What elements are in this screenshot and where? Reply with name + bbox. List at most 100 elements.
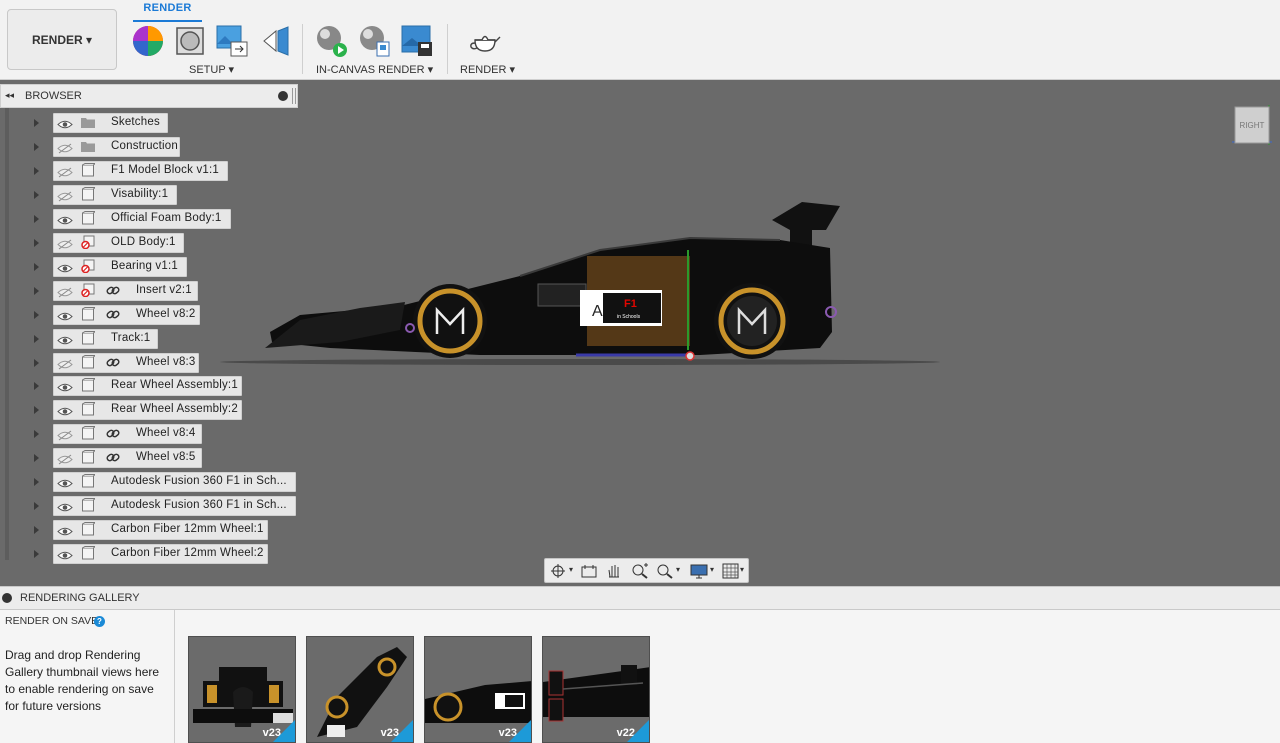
- visibility-hidden-icon[interactable]: [57, 237, 73, 250]
- browser-tree-item[interactable]: Wheel v8:5: [0, 447, 300, 469]
- appearance-icon[interactable]: [131, 24, 165, 58]
- expand-arrow-icon[interactable]: [34, 526, 39, 535]
- rear-wheel[interactable]: [714, 283, 790, 359]
- panel-resize-handle[interactable]: [292, 88, 296, 104]
- visibility-eye-icon[interactable]: [57, 380, 73, 392]
- gallery-thumbnail[interactable]: v23: [188, 636, 296, 743]
- expand-arrow-icon[interactable]: [34, 190, 39, 199]
- browser-tree-item[interactable]: Carbon Fiber 12mm Wheel:2: [0, 543, 300, 565]
- browser-tree-item[interactable]: Wheel v8:4: [0, 423, 300, 445]
- scene-settings-icon[interactable]: [173, 24, 207, 58]
- workspace-switcher[interactable]: RENDER ▾: [7, 9, 117, 70]
- visibility-hidden-icon[interactable]: [57, 141, 73, 154]
- expand-arrow-icon[interactable]: [34, 358, 39, 367]
- expand-arrow-icon[interactable]: [34, 478, 39, 487]
- navigation-bar: ▾ ▾ ▾ ▾: [544, 558, 749, 583]
- browser-tree-item[interactable]: Rear Wheel Assembly:2: [0, 399, 300, 421]
- capture-image-icon[interactable]: [400, 24, 434, 58]
- visibility-hidden-icon[interactable]: [57, 189, 73, 202]
- in-canvas-render-icon[interactable]: [314, 24, 348, 58]
- grid-settings-icon[interactable]: [722, 563, 740, 579]
- browser-tree-item[interactable]: Track:1: [0, 328, 300, 350]
- display-dropdown-icon[interactable]: ▾: [710, 565, 714, 574]
- tree-item-label: Insert v2:1: [136, 283, 192, 296]
- expand-arrow-icon[interactable]: [34, 119, 39, 127]
- expand-arrow-icon[interactable]: [34, 142, 39, 151]
- visibility-eye-icon[interactable]: [57, 548, 73, 560]
- browser-tree-item[interactable]: Wheel v8:3: [0, 352, 300, 374]
- viewcube[interactable]: RIGHT Z: [1227, 105, 1272, 147]
- setup-group-label[interactable]: SETUP ▾: [189, 63, 234, 76]
- expand-arrow-icon[interactable]: [34, 430, 39, 439]
- browser-tree-item[interactable]: Rear Wheel Assembly:1: [0, 375, 300, 397]
- visibility-eye-icon[interactable]: [57, 333, 73, 344]
- rendering-gallery-header[interactable]: RENDERING GALLERY: [0, 586, 1280, 610]
- visibility-eye-icon[interactable]: [57, 309, 73, 320]
- visibility-hidden-icon[interactable]: [57, 165, 73, 178]
- expand-arrow-icon[interactable]: [34, 334, 39, 343]
- collapse-gallery-icon[interactable]: [2, 593, 12, 603]
- browser-tree-item[interactable]: Visability:1: [0, 184, 300, 206]
- browser-panel-header[interactable]: ◂◂ BROWSER: [0, 84, 298, 108]
- look-at-icon[interactable]: [580, 563, 598, 579]
- browser-tree-item[interactable]: Autodesk Fusion 360 F1 in Sch...: [0, 495, 300, 517]
- collapse-panel-icon[interactable]: ◂◂: [5, 90, 14, 101]
- front-wheel[interactable]: [413, 284, 487, 358]
- expand-arrow-icon[interactable]: [34, 406, 39, 415]
- render-teapot-icon[interactable]: [468, 24, 502, 58]
- visibility-eye-icon[interactable]: [57, 404, 73, 416]
- visibility-hidden-icon[interactable]: [57, 357, 73, 369]
- decal-icon[interactable]: [259, 24, 293, 58]
- zoom-dropdown-icon[interactable]: ▾: [676, 565, 680, 574]
- visibility-eye-icon[interactable]: [57, 500, 73, 512]
- visibility-eye-icon[interactable]: [57, 213, 73, 225]
- zoom-icon[interactable]: [631, 563, 649, 579]
- visibility-eye-icon[interactable]: [57, 524, 73, 536]
- visibility-hidden-icon[interactable]: [57, 285, 73, 298]
- browser-tree-item[interactable]: F1 Model Block v1:1: [0, 160, 300, 182]
- orbit-icon[interactable]: [549, 563, 567, 579]
- render-group-label[interactable]: RENDER ▾: [460, 63, 515, 76]
- panel-options-icon[interactable]: [278, 91, 288, 101]
- gallery-thumbnail[interactable]: v22: [542, 636, 650, 743]
- tree-item-label: Rear Wheel Assembly:1: [111, 379, 238, 392]
- fit-icon[interactable]: [656, 563, 674, 579]
- environment-icon[interactable]: [215, 24, 249, 58]
- in-canvas-settings-icon[interactable]: [357, 24, 391, 58]
- visibility-eye-icon[interactable]: [57, 117, 73, 129]
- visibility-eye-icon[interactable]: [57, 261, 73, 272]
- render-on-save-hint: Drag and drop Rendering Gallery thumbnai…: [5, 648, 160, 713]
- browser-tree-item[interactable]: OLD Body:1: [0, 232, 300, 254]
- visibility-hidden-icon[interactable]: [57, 452, 73, 465]
- browser-tree-item[interactable]: Carbon Fiber 12mm Wheel:1: [0, 519, 300, 541]
- expand-arrow-icon[interactable]: [34, 502, 39, 511]
- tree-item-label: Visability:1: [111, 187, 169, 200]
- in-canvas-render-group-label[interactable]: IN-CANVAS RENDER ▾: [316, 63, 433, 76]
- grid-dropdown-icon[interactable]: ▾: [740, 565, 744, 574]
- expand-arrow-icon[interactable]: [34, 310, 39, 319]
- pan-hand-icon[interactable]: [605, 563, 623, 579]
- expand-arrow-icon[interactable]: [34, 262, 39, 271]
- gallery-thumbnail[interactable]: v23: [424, 636, 532, 743]
- browser-tree-item[interactable]: Official Foam Body:1: [0, 208, 300, 230]
- expand-arrow-icon[interactable]: [34, 286, 39, 295]
- expand-arrow-icon[interactable]: [34, 214, 39, 223]
- expand-arrow-icon[interactable]: [34, 454, 39, 463]
- help-icon[interactable]: ?: [94, 616, 105, 627]
- expand-arrow-icon[interactable]: [34, 382, 39, 391]
- expand-arrow-icon[interactable]: [34, 550, 39, 559]
- browser-tree-item[interactable]: Bearing v1:1: [0, 256, 300, 278]
- tab-render[interactable]: RENDER: [133, 2, 202, 22]
- orbit-dropdown-icon[interactable]: ▾: [569, 565, 573, 574]
- gallery-thumbnail[interactable]: v23: [306, 636, 414, 743]
- expand-arrow-icon[interactable]: [34, 238, 39, 247]
- visibility-hidden-icon[interactable]: [57, 428, 73, 441]
- expand-arrow-icon[interactable]: [34, 166, 39, 175]
- display-settings-icon[interactable]: [690, 563, 708, 579]
- browser-tree-item[interactable]: Autodesk Fusion 360 F1 in Sch...: [0, 471, 300, 493]
- browser-tree-item[interactable]: Wheel v8:2: [0, 304, 300, 326]
- browser-tree-item[interactable]: Insert v2:1: [0, 280, 300, 302]
- visibility-eye-icon[interactable]: [57, 476, 73, 488]
- browser-tree-item[interactable]: Construction: [0, 136, 300, 158]
- browser-tree-item[interactable]: Sketches: [0, 112, 300, 134]
